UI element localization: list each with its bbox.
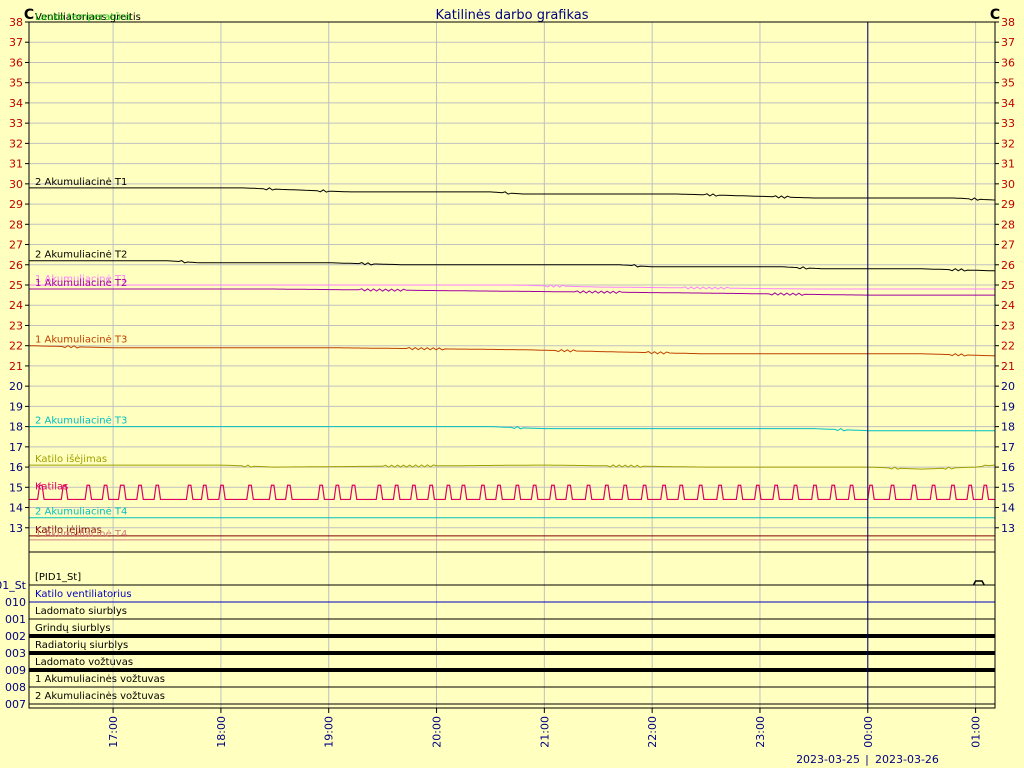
y-tick-label-right: 27 [1001,239,1015,252]
y-tick-label-left: 25 [9,279,23,292]
digital-label-009: Ladomato vožtuvas [35,656,133,668]
y-tick-label-left: 29 [9,198,23,211]
series-label-katilo-i-jimas: Katilo išėjimas [35,453,107,465]
digital-code-010: 010 [5,596,26,609]
digital-code-008: 008 [5,681,26,694]
date-right: 2023-03-26 [875,753,939,766]
y-tick-label-right: 32 [1001,137,1015,150]
y-tick-label-left: 18 [9,421,23,434]
y-tick-label-left: 37 [9,36,23,49]
y-tick-label-right: 19 [1001,400,1015,413]
y-tick-label-right: 26 [1001,259,1015,272]
y-tick-label-right: 25 [1001,279,1015,292]
y-tick-label-left: 27 [9,239,23,252]
x-tick-label: 00:00 [862,716,875,748]
digital-label-007: 2 Akumuliacinės vožtuvas [35,690,165,702]
y-tick-label-right: 17 [1001,441,1015,454]
y-tick-label-right: 13 [1001,522,1015,535]
y-tick-label-left: 16 [9,461,23,474]
digital-label-010: Katilo ventiliatorius [35,589,132,600]
digital-code-007: 007 [5,698,26,711]
y-tick-label-right: 28 [1001,218,1015,231]
series-label-1-akumuliacin-t3: 1 Akumuliacinė T3 [35,335,127,346]
y-tick-label-left: 19 [9,400,23,413]
series-label-2-akumuliacin-t2: 2 Akumuliacinė T2 [35,250,127,261]
x-tick-label: 18:00 [215,716,228,748]
y-tick-label-left: 14 [9,502,23,515]
x-tick-label: 21:00 [538,716,551,748]
digital-label-002: Grindų siurblys [35,623,111,634]
y-tick-label-left: 20 [9,380,23,393]
digital-code-001: 001 [5,613,26,626]
y-tick-label-right: 23 [1001,319,1015,332]
y-tick-label-left: 38 [9,16,23,29]
digital-code-002: 002 [5,630,26,643]
y-tick-label-right: 30 [1001,178,1015,191]
y-tick-label-right: 21 [1001,360,1015,373]
date-separator: | [865,753,869,766]
chart-svg: Katilinės darbo grafikas C C 2023-03-25 … [0,0,1024,768]
legend-top-2: Lauko temperatūra [35,12,131,23]
series-label-katilas: Katilas [35,481,68,492]
series-label-2-akumuliacin-t4: 2 Akumuliacinė T4 [35,507,127,518]
y-tick-label-left: 17 [9,441,23,454]
x-tick-label: 20:00 [431,716,444,748]
y-tick-label-left: 34 [9,97,23,110]
x-tick-label: 19:00 [323,716,336,748]
y-tick-label-right: 14 [1001,502,1015,515]
y-tick-label-right: 20 [1001,380,1015,393]
y-tick-label-left: 28 [9,218,23,231]
y-tick-label-left: 23 [9,319,23,332]
y-tick-label-left: 24 [9,299,23,312]
y-tick-label-right: 15 [1001,481,1015,494]
digital-code-009: 009 [5,664,26,677]
y-tick-label-left: 21 [9,360,23,373]
y-tick-label-right: 38 [1001,16,1015,29]
y-tick-label-right: 18 [1001,421,1015,434]
y-tick-label-right: 31 [1001,158,1015,171]
x-tick-label: 01:00 [970,716,983,748]
y-tick-label-right: 37 [1001,36,1015,49]
x-tick-label: 17:00 [107,716,120,748]
y-tick-label-left: 15 [9,481,23,494]
y-tick-label-left: 13 [9,522,23,535]
x-tick-label: 22:00 [646,716,659,748]
y-tick-label-right: 24 [1001,299,1015,312]
digital-label-01_St: [PID1_St] [35,572,81,583]
digital-label-008: 1 Akumuliacinės vožtuvas [35,673,165,685]
date-left: 2023-03-25 [796,753,860,766]
series-label-1-akumuliacin-t4: 1 Akumuliacinė T4 [35,529,127,540]
y-tick-label-right: 29 [1001,198,1015,211]
digital-code-01_St: 01_St [0,579,27,592]
y-tick-label-left: 26 [9,259,23,272]
y-tick-label-left: 36 [9,56,23,69]
y-tick-label-left: 33 [9,117,23,130]
y-tick-label-left: 30 [9,178,23,191]
digital-label-001: Ladomato siurblys [35,606,127,617]
y-tick-label-right: 35 [1001,77,1015,90]
unit-label-left: C [24,7,34,23]
chart-title: Katilinės darbo grafikas [435,8,588,23]
y-tick-label-left: 22 [9,340,23,353]
digital-code-003: 003 [5,647,26,660]
unit-label-right: C [990,7,1000,23]
y-tick-label-right: 34 [1001,97,1015,110]
y-tick-label-left: 31 [9,158,23,171]
y-tick-label-left: 35 [9,77,23,90]
series-label-1-akumuliacin-t2: 1 Akumuliacinė T2 [35,278,127,289]
digital-label-003: Radiatorių siurblys [35,640,128,651]
y-tick-label-right: 36 [1001,56,1015,69]
series-label-2-akumuliacin-t1: 2 Akumuliacinė T1 [35,177,127,188]
y-tick-label-left: 32 [9,137,23,150]
y-tick-label-right: 22 [1001,340,1015,353]
y-tick-label-right: 33 [1001,117,1015,130]
x-tick-label: 23:00 [754,716,767,748]
y-tick-label-right: 16 [1001,461,1015,474]
series-label-2-akumuliacin-t3: 2 Akumuliacinė T3 [35,416,127,427]
